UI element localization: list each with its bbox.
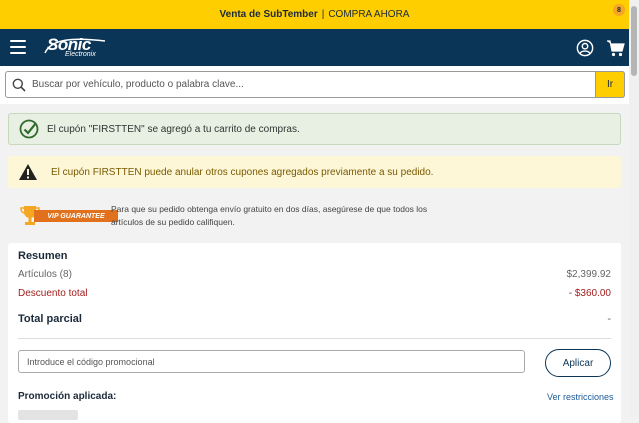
logo-subtitle: Electronix <box>65 51 96 58</box>
order-summary-card: Resumen Artículos (8) $2,399.92 Descuent… <box>8 243 621 423</box>
discount-label: Descuento total <box>18 288 88 299</box>
vip-guarantee-badge: VIP GUARANTEE <box>20 204 118 226</box>
search-input[interactable] <box>32 75 592 94</box>
promo-title: Venta de SubTember <box>219 9 318 20</box>
site-header: Sonic Electronix <box>0 29 629 66</box>
promo-applied-label: Promoción aplicada: <box>18 391 117 402</box>
site-logo[interactable]: Sonic Electronix <box>43 35 113 61</box>
promo-banner[interactable]: Venta de SubTember | COMPRA AHORA <box>0 0 629 29</box>
search-go-button[interactable]: Ir <box>595 71 625 98</box>
apply-promo-button[interactable]: Aplicar <box>545 349 611 377</box>
cart-icon[interactable] <box>606 38 626 58</box>
summary-subtotal-row: Total parcial - <box>18 313 611 325</box>
user-circle-icon[interactable] <box>576 39 594 57</box>
hamburger-icon[interactable] <box>10 40 26 54</box>
applied-promo-chip <box>18 410 78 420</box>
coupon-added-message: El cupón "FIRSTTEN" se agregó a tu carri… <box>47 123 300 135</box>
page-scrollbar[interactable] <box>629 0 639 416</box>
summary-items-row: Artículos (8) $2,399.92 <box>18 269 611 280</box>
vip-guarantee-notice: VIP GUARANTEE Para que su pedido obtenga… <box>8 198 621 234</box>
coupon-added-alert: El cupón "FIRSTTEN" se agregó a tu carri… <box>8 113 621 145</box>
search-bar: Ir <box>0 66 629 104</box>
check-circle-icon <box>19 119 39 139</box>
vip-guarantee-text: Para que su pedido obtenga envío gratuit… <box>111 204 428 227</box>
summary-divider <box>18 338 611 339</box>
promo-separator: | <box>321 9 325 20</box>
subtotal-value: - <box>607 313 611 325</box>
summary-discount-row: Descuento total - $360.00 <box>18 288 611 299</box>
vip-badge-label: VIP GUARANTEE <box>34 210 118 222</box>
items-value: $2,399.92 <box>566 269 612 280</box>
scrollbar-thumb[interactable] <box>631 6 637 76</box>
coupon-warning-message: El cupón FIRSTTEN puede anular otros cup… <box>51 166 434 178</box>
discount-value: - $360.00 <box>568 288 611 299</box>
warning-triangle-icon <box>19 164 37 180</box>
subtotal-label: Total parcial <box>18 313 82 325</box>
promo-code-input[interactable] <box>18 350 525 373</box>
cart-count-badge: 8 <box>613 4 625 16</box>
items-label: Artículos (8) <box>18 269 72 280</box>
summary-title: Resumen <box>18 250 68 262</box>
search-icon <box>12 78 26 92</box>
coupon-warning-alert: El cupón FIRSTTEN puede anular otros cup… <box>8 156 621 188</box>
search-field: Ir <box>5 71 625 98</box>
promo-cta-link[interactable]: COMPRA AHORA <box>328 9 409 20</box>
view-restrictions-link[interactable]: Ver restricciones <box>547 392 614 402</box>
